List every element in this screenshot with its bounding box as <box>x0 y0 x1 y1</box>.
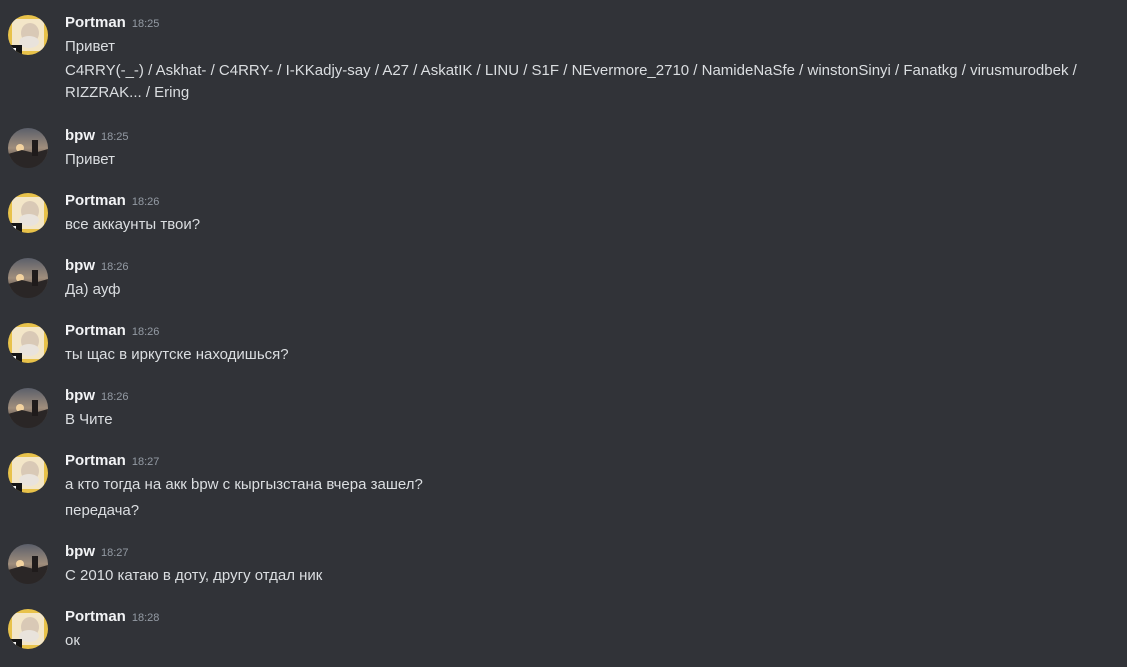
timestamp: 18:27 <box>101 547 129 559</box>
portman-avatar[interactable] <box>8 323 48 363</box>
author-name[interactable]: Portman <box>65 322 126 339</box>
portman-avatar[interactable] <box>8 453 48 493</box>
message-text: ок <box>65 632 80 649</box>
message-text: Привет <box>65 38 116 55</box>
author-name[interactable]: Portman <box>65 452 126 469</box>
chat-log: Portman 18:25 Привет C4RRY(-_-) / Askhat-… <box>0 0 1127 667</box>
portman-avatar[interactable] <box>8 15 48 55</box>
timestamp: 18:28 <box>131 612 160 624</box>
bpw-avatar[interactable] <box>8 544 48 584</box>
author-name[interactable]: bpw <box>65 127 95 144</box>
timestamp: 18:26 <box>131 196 160 208</box>
bpw-avatar[interactable] <box>8 258 48 298</box>
message-text: С 2010 катаю в доту, другу отдал ник <box>65 567 323 584</box>
timestamp: 18:26 <box>101 391 129 403</box>
timestamp: 18:25 <box>131 18 160 30</box>
portman-avatar[interactable] <box>8 609 48 649</box>
author-name[interactable]: bpw <box>65 543 95 560</box>
portman-avatar[interactable] <box>8 193 48 233</box>
message-text: Привет <box>65 151 116 168</box>
author-name[interactable]: bpw <box>65 257 95 274</box>
bpw-avatar[interactable] <box>8 128 48 168</box>
author-name[interactable]: Portman <box>65 14 126 31</box>
message-text: C4RRY(-_-) / Askhat- / C4RRY- / I-KKadjy… <box>65 62 1077 101</box>
message-text: а кто тогда на акк bpw с кыргызстана вче… <box>65 476 423 493</box>
message-text: Да) ауф <box>65 281 121 298</box>
author-name[interactable]: Portman <box>65 608 126 625</box>
message-text: В Чите <box>65 411 113 428</box>
timestamp: 18:26 <box>101 261 129 273</box>
author-name[interactable]: Portman <box>65 192 126 209</box>
bpw-avatar[interactable] <box>8 388 48 428</box>
author-name[interactable]: bpw <box>65 387 95 404</box>
timestamp: 18:26 <box>131 326 160 338</box>
message-text: ты щас в иркутске находишься? <box>65 346 289 363</box>
message-text: все аккаунты твои? <box>65 216 201 233</box>
message-text: передача? <box>65 502 140 519</box>
timestamp: 18:25 <box>101 131 129 143</box>
timestamp: 18:27 <box>131 456 160 468</box>
